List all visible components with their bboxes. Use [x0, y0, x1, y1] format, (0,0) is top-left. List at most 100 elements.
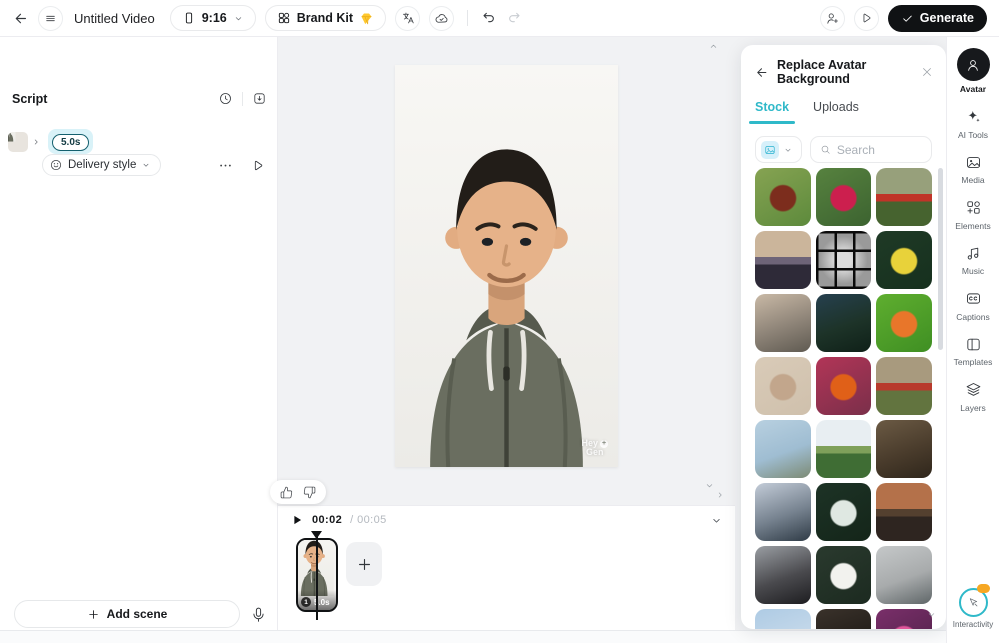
- expand-right-icon[interactable]: [715, 490, 725, 500]
- chevron-right-icon[interactable]: [31, 137, 41, 147]
- panel-close-button[interactable]: [920, 65, 934, 79]
- panel-scrollbar[interactable]: [938, 168, 943, 350]
- media-type-filter-dropdown[interactable]: [755, 136, 802, 163]
- playhead-line: [316, 532, 318, 620]
- stock-photo-forest-tree-trunks[interactable]: [876, 420, 932, 478]
- sidebar-item-media[interactable]: Media: [947, 152, 999, 185]
- feedback-pill: [270, 480, 326, 504]
- add-scene-button[interactable]: Add scene: [14, 600, 240, 628]
- stock-photo-waterfall-dark-forest[interactable]: [816, 483, 872, 541]
- stock-photo-green-mountains-clouds[interactable]: [816, 420, 872, 478]
- collapse-timeline-icon[interactable]: [710, 514, 723, 527]
- stock-photo-birds-on-lamppost[interactable]: [755, 483, 811, 541]
- stock-photo-torii-gate-mountain[interactable]: [876, 357, 932, 415]
- stock-photo-orange-flower-bouquet[interactable]: [816, 357, 872, 415]
- sidebar-item-label: Templates: [954, 357, 993, 367]
- stock-photo-tv-tower-grey-sky[interactable]: [876, 546, 932, 604]
- chevron-down-icon: [141, 160, 151, 170]
- stock-photo-desk-phone-scissors[interactable]: [755, 294, 811, 352]
- undo-button[interactable]: [481, 10, 497, 26]
- sidebar-item-captions[interactable]: Captions: [947, 289, 999, 322]
- stock-photo-orange-canna-flower[interactable]: [876, 294, 932, 352]
- delivery-style-icon: [49, 158, 63, 172]
- microphone-button[interactable]: [250, 606, 267, 623]
- tab-stock[interactable]: Stock: [755, 100, 789, 124]
- sidebar-item-label: Media: [961, 175, 984, 185]
- collapse-up-icon[interactable]: [708, 41, 719, 52]
- stock-photo-brick-building-courtyard[interactable]: [876, 483, 932, 541]
- bottom-strip: [0, 630, 946, 643]
- script-panel-title: Script: [12, 92, 218, 106]
- panel-back-button[interactable]: [754, 65, 769, 80]
- preview-play-button[interactable]: [854, 6, 879, 31]
- segment-duration-pill[interactable]: 5.0s: [52, 134, 89, 151]
- tab-uploads[interactable]: Uploads: [813, 100, 859, 124]
- sidebar-item-avatar[interactable]: Avatar: [947, 48, 999, 94]
- selected-script-segment[interactable]: 5.0s: [48, 129, 93, 154]
- top-toolbar: Untitled Video 9:16 Brand Kit Generat: [0, 0, 999, 37]
- heygen-video-editor: Untitled Video 9:16 Brand Kit Generat: [0, 0, 999, 643]
- translate-button[interactable]: [395, 6, 420, 31]
- segment-more-options-button[interactable]: [218, 158, 233, 173]
- stock-photo-couple-silhouette[interactable]: [755, 546, 811, 604]
- elements-icon: [963, 198, 983, 218]
- segment-play-button[interactable]: [250, 158, 265, 173]
- video-title[interactable]: Untitled Video: [74, 11, 155, 26]
- stock-photo-torii-gates-garden[interactable]: [876, 168, 932, 226]
- timeline-add-scene-button[interactable]: [346, 542, 382, 586]
- cloud-save-button[interactable]: [429, 6, 454, 31]
- search-input[interactable]: [837, 143, 922, 157]
- search-field[interactable]: [810, 136, 932, 163]
- collapse-down-icon[interactable]: [704, 480, 715, 491]
- sidebar-item-elements[interactable]: Elements: [947, 198, 999, 231]
- stock-photo-oval-mirror-portrait[interactable]: [755, 357, 811, 415]
- stock-photo-red-leaf-on-grass[interactable]: [755, 168, 811, 226]
- stock-photo-brain-mri-scans[interactable]: [816, 231, 872, 289]
- stock-photo-dark-interior[interactable]: [816, 609, 872, 629]
- sidebar-item-interactivity[interactable]: Interactivity: [947, 588, 999, 629]
- sidebar-item-label: Captions: [956, 312, 990, 322]
- toolbar-divider: [467, 10, 468, 26]
- captions-icon: [963, 289, 983, 309]
- thumbs-down-button[interactable]: [303, 486, 316, 499]
- history-clock-button[interactable]: [218, 91, 233, 106]
- share-invite-button[interactable]: [820, 6, 845, 31]
- sidebar-item-templates[interactable]: Templates: [947, 334, 999, 367]
- sidebar-item-label: Music: [962, 266, 984, 276]
- aspect-ratio-value: 9:16: [202, 11, 227, 25]
- stock-photo-white-lotus-flower[interactable]: [816, 546, 872, 604]
- scene-avatar-thumbnail[interactable]: [8, 132, 28, 152]
- stock-photo-branches-blue-sky[interactable]: [755, 609, 811, 629]
- import-script-button[interactable]: [252, 91, 267, 106]
- search-icon: [820, 143, 831, 156]
- gem-icon: [359, 11, 374, 26]
- image-icon: [963, 152, 983, 172]
- brand-kit-button[interactable]: Brand Kit: [265, 5, 386, 31]
- avatar-video-preview[interactable]: Hey+ Gen: [395, 65, 618, 467]
- sidebar-item-layers[interactable]: Layers: [947, 380, 999, 413]
- scroll-more-icon[interactable]: [926, 609, 937, 620]
- layers-icon: [963, 380, 983, 400]
- music-icon: [963, 243, 983, 263]
- sidebar-item-ai-tools[interactable]: AI Tools: [947, 107, 999, 140]
- stock-photo-pink-flowers[interactable]: [876, 609, 932, 629]
- thumbs-up-button[interactable]: [280, 486, 293, 499]
- stock-photo-grid: [755, 168, 932, 629]
- back-button[interactable]: [12, 10, 29, 27]
- stock-photo-forest-blue-light[interactable]: [816, 294, 872, 352]
- aspect-ratio-dropdown[interactable]: 9:16: [170, 5, 256, 31]
- sidebar-item-music[interactable]: Music: [947, 243, 999, 276]
- stock-photo-red-dahlia-flower[interactable]: [816, 168, 872, 226]
- media-filter-icon: [761, 141, 779, 159]
- stock-photo-city-skyline-dusk[interactable]: [755, 231, 811, 289]
- generate-button[interactable]: Generate: [888, 5, 987, 32]
- timeline-play-button[interactable]: [290, 513, 304, 527]
- stock-photo-bare-tree-blue-sky[interactable]: [755, 420, 811, 478]
- delivery-style-dropdown[interactable]: Delivery style: [42, 154, 161, 176]
- script-panel: Script 5.0s Delivery style: [0, 37, 278, 630]
- chevron-down-icon: [783, 145, 793, 155]
- menu-button[interactable]: [38, 6, 63, 31]
- stock-photo-yellow-flower-dark-leaves[interactable]: [876, 231, 932, 289]
- redo-button[interactable]: [506, 10, 522, 26]
- sidebar-item-label: Layers: [960, 403, 986, 413]
